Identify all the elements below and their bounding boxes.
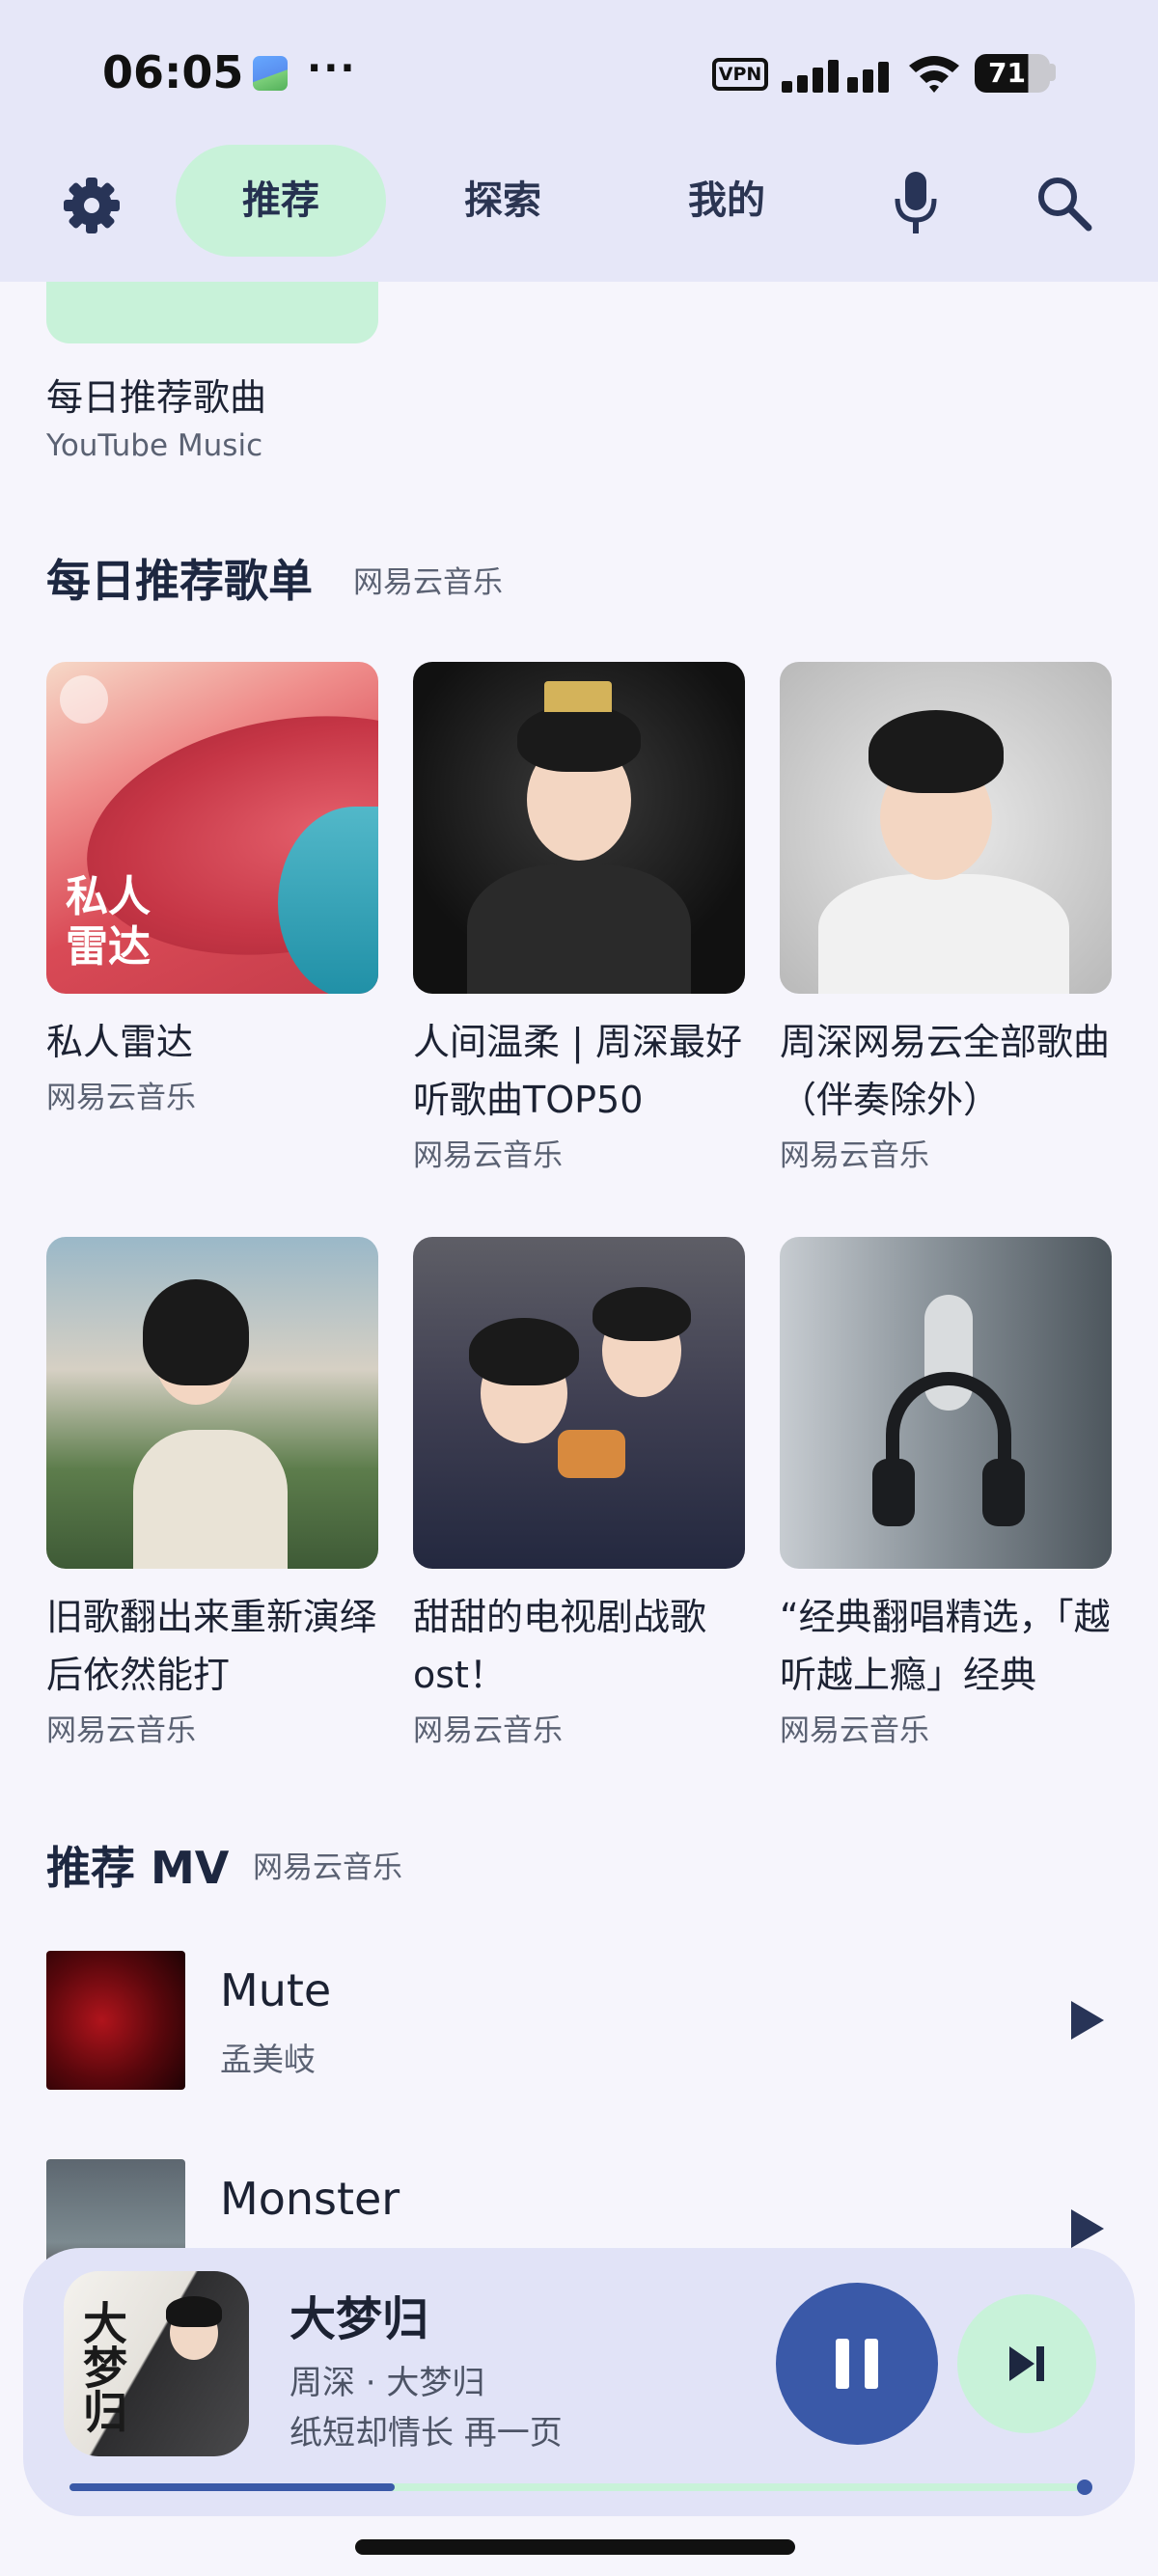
mv-section-title: 推荐 MV (46, 1842, 230, 1894)
playlists-section-title: 每日推荐歌单 (46, 555, 313, 607)
playlist-cover (413, 662, 745, 994)
playlist-card[interactable]: 人间温柔 | 周深最好听歌曲TOP50 网易云音乐 (413, 662, 745, 1174)
playlist-card[interactable]: 私人 雷达 私人雷达 网易云音乐 (46, 662, 378, 1116)
mv-title: Mute (220, 1964, 332, 2016)
mini-player[interactable]: 大梦归 大梦归 周深 · 大梦归 纸短却情长 再一页 (23, 2248, 1135, 2516)
playlist-cover: 私人 雷达 (46, 662, 378, 994)
progress-end-dot (1077, 2480, 1092, 2495)
playlist-title: 甜甜的电视剧战歌ost！ (413, 1596, 707, 1696)
playlist-source: 网易云音乐 (780, 1713, 929, 1748)
daily-songs-source: YouTube Music (46, 428, 263, 463)
gallery-icon (253, 56, 288, 91)
tab-recommend[interactable]: 推荐 (176, 145, 386, 257)
mv-artist: 孟美岐 (220, 2041, 316, 2078)
skip-next-icon (1009, 2346, 1044, 2381)
playlist-cover (780, 662, 1112, 994)
vpn-icon: VPN (712, 58, 768, 91)
playlist-card[interactable]: 旧歌翻出来重新演绎后依然能打 网易云音乐 (46, 1237, 378, 1749)
pause-button[interactable] (776, 2283, 938, 2445)
playlist-source: 网易云音乐 (780, 1138, 929, 1173)
playlist-card[interactable]: 甜甜的电视剧战歌ost！ 网易云音乐 (413, 1237, 745, 1749)
now-playing-cover-text: 大梦归 (76, 2300, 128, 2433)
tab-explore[interactable]: 探索 (398, 145, 608, 257)
playlist-title: 周深网易云全部歌曲（伴奏除外） (780, 1021, 1111, 1121)
mv-list-item[interactable]: Mute 孟美岐 (46, 1951, 1112, 2090)
playlist-title: 旧歌翻出来重新演绎后依然能打 (46, 1596, 377, 1696)
next-track-button[interactable] (957, 2294, 1096, 2433)
wifi-icon (909, 56, 959, 93)
playlist-cover (780, 1237, 1112, 1569)
playlist-cover (46, 1237, 378, 1569)
playlist-source: 网易云音乐 (46, 1713, 196, 1748)
daily-songs-title[interactable]: 每日推荐歌曲 (46, 369, 266, 426)
playlists-section-source: 网易云音乐 (353, 565, 503, 600)
mv-title: Monster (220, 2173, 400, 2225)
now-playing-cover: 大梦归 (64, 2271, 249, 2456)
playlist-cover (413, 1237, 745, 1569)
mv-section-source: 网易云音乐 (253, 1850, 402, 1885)
netease-logo-icon (60, 675, 108, 724)
battery-icon: 71 (975, 54, 1050, 93)
search-icon[interactable] (1034, 174, 1092, 232)
playlist-title: “经典翻唱精选，「越听越上瘾」经典 (780, 1596, 1111, 1696)
cover-text: 私人 雷达 (66, 872, 151, 972)
status-bar: 06:05 ··· VPN 71 (0, 0, 1158, 145)
now-playing-artist: 周深 · 大梦归 (290, 2364, 485, 2402)
home-indicator[interactable] (355, 2539, 795, 2555)
battery-tip (1050, 64, 1056, 81)
playlist-source: 网易云音乐 (413, 1713, 563, 1748)
playlist-title: 私人雷达 (46, 1021, 194, 1063)
playlist-title: 人间温柔 | 周深最好听歌曲TOP50 (413, 1021, 742, 1121)
pause-icon (836, 2339, 849, 2389)
playlist-card[interactable]: 周深网易云全部歌曲（伴奏除外） 网易云音乐 (780, 662, 1112, 1174)
signal-icon (782, 54, 894, 93)
play-icon[interactable] (1058, 1993, 1112, 2047)
playlist-card[interactable]: “经典翻唱精选，「越听越上瘾」经典 网易云音乐 (780, 1237, 1112, 1749)
status-time: 06:05 (102, 46, 244, 98)
now-playing-lyric: 纸短却情长 再一页 (290, 2414, 563, 2453)
settings-icon[interactable] (62, 176, 122, 235)
playback-progress-bar[interactable] (69, 2480, 1092, 2495)
now-playing-title: 大梦归 (290, 2292, 429, 2346)
mv-thumbnail (46, 1951, 185, 2090)
more-notifications-icon: ··· (307, 46, 357, 91)
app-header: 06:05 ··· VPN 71 推荐 探索 我的 (0, 0, 1158, 282)
playback-progress-fill (69, 2483, 396, 2491)
tab-mine[interactable]: 我的 (621, 145, 832, 257)
playlist-source: 网易云音乐 (413, 1138, 563, 1173)
playlist-source: 网易云音乐 (46, 1081, 196, 1115)
mic-icon[interactable] (892, 170, 940, 237)
